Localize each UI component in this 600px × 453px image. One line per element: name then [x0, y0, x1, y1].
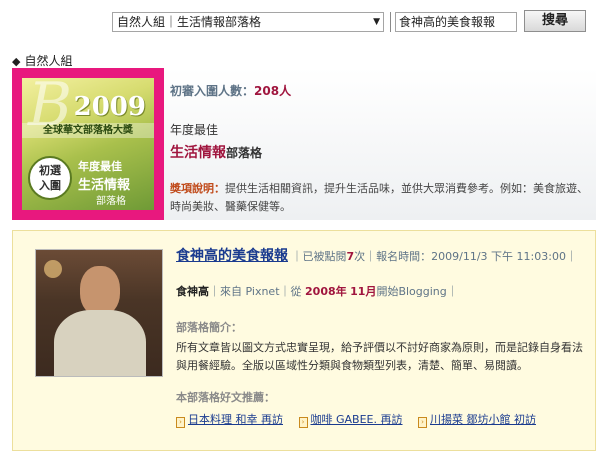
photo-lamp — [44, 260, 62, 278]
badge-year: 2009 — [73, 92, 146, 122]
year-best-label: 年度最佳 — [170, 123, 219, 137]
badge-sub: 部落格 — [96, 196, 126, 207]
recommend-list: › 日本料理 和幸 再訪 › 咖啡 GABEE. 再訪 › 川揚菜 鄒坊小館 初訪 — [176, 411, 588, 428]
document-icon: › — [418, 417, 427, 428]
recommend-link-label: 日本料理 和幸 再訪 — [188, 413, 283, 426]
category-select[interactable]: 自然人組｜生活情報部落格 ▼ — [112, 12, 384, 32]
clicks-label: ｜已被點閱 — [291, 250, 347, 263]
recommend-link-label: 咖啡 GABEE. 再訪 — [310, 413, 403, 426]
nominee-count: 初審入圍人數：208人 — [170, 82, 590, 99]
recommend-link-1[interactable]: › 日本料理 和幸 再訪 — [176, 411, 283, 428]
nominee-count-value: 208人 — [254, 84, 292, 98]
blog-title-line: 食神高的美食報報 ｜已被點閱7次｜報名時間：2009/11/3 下午 11:03… — [176, 245, 588, 265]
blog-title-link[interactable]: 食神高的美食報報 — [176, 248, 288, 264]
recommend-link-label: 川揚菜 鄒坊小館 初訪 — [430, 413, 536, 426]
author-name: 食神高 — [176, 285, 209, 298]
award-category-name: 生活情報 — [170, 145, 226, 161]
section-heading: ◆ 自然人組 — [12, 52, 72, 69]
award-description-text: 提供生活相關資訊，提升生活品味，並供大眾消費參考。例如：美食旅遊、時尚美妝、醫藥… — [170, 182, 588, 213]
recommend-link-2[interactable]: › 咖啡 GABEE. 再訪 — [298, 411, 403, 428]
author-photo — [35, 249, 163, 377]
divider — [390, 12, 391, 32]
search-bar: 自然人組｜生活情報部落格 ▼ 食神高的美食報報 搜尋 — [0, 0, 600, 42]
award-badge-frame: B 2009 全球華文部落格大獎 初選 入圍 年度最佳 生活情報 部落格 — [12, 68, 164, 220]
diamond-bullet-icon: ◆ — [12, 55, 21, 68]
dropdown-arrow-icon: ▼ — [373, 17, 380, 27]
intro-heading: 部落格簡介： — [176, 321, 242, 334]
author-source: ｜來自 Pixnet｜從 — [209, 285, 302, 298]
award-category-suffix: 部落格 — [226, 146, 263, 160]
clicks-unit: 次 — [354, 250, 366, 263]
blog-details: 食神高的美食報報 ｜已被點閱7次｜報名時間：2009/11/3 下午 11:03… — [176, 245, 588, 428]
blog-entry: 食神高的美食報報 ｜已被點閱7次｜報名時間：2009/11/3 下午 11:03… — [12, 230, 596, 451]
photo-body — [54, 310, 146, 376]
badge-year-best: 年度最佳 — [78, 160, 122, 173]
registration-end: ｜ — [565, 250, 577, 263]
document-icon: › — [176, 417, 185, 428]
document-icon: › — [298, 417, 308, 428]
award-badge-image: B 2009 全球華文部落格大獎 初選 入圍 年度最佳 生活情報 部落格 — [22, 78, 154, 210]
registration-time: 2009/11/3 下午 11:03:00 — [431, 250, 566, 263]
award-description: 獎項說明：提供生活相關資訊，提升生活品味，並供大眾消費參考。例如：美食旅遊、時尚… — [170, 180, 590, 216]
badge-seal-line-1: 初選 — [39, 164, 61, 177]
author-line: 食神高｜來自 Pixnet｜從 2008年 11月開始Blogging｜ — [176, 283, 588, 299]
recommend-link-3[interactable]: › 川揚菜 鄒坊小館 初訪 — [418, 411, 536, 428]
search-button[interactable]: 搜尋 — [524, 10, 586, 32]
badge-seal-line-2: 入圍 — [39, 179, 61, 192]
photo-head — [80, 266, 120, 316]
award-panel: B 2009 全球華文部落格大獎 初選 入圍 年度最佳 生活情報 部落格 初審入… — [12, 68, 596, 220]
search-input[interactable]: 食神高的美食報報 — [395, 12, 517, 32]
intro-text: 所有文章皆以圖文方式忠實呈現，給予評價以不討好商家為原則，而是記錄自身看法與用餐… — [176, 341, 583, 372]
start-month: 11月 — [350, 285, 377, 298]
badge-title: 全球華文部落格大獎 — [22, 123, 154, 138]
start-suffix: 開始Blogging｜ — [376, 285, 458, 298]
award-info: 初審入圍人數：208人 年度最佳 生活情報部落格 獎項說明：提供生活相關資訊，提… — [170, 82, 590, 216]
clicks-value: 7 — [346, 250, 355, 263]
award-description-label: 獎項說明： — [170, 182, 225, 195]
category-select-value: 自然人組｜生活情報部落格 — [117, 15, 262, 29]
nominee-count-label: 初審入圍人數： — [170, 84, 255, 98]
registration-label: ｜報名時間： — [365, 250, 432, 263]
section-label: 自然人組 — [24, 54, 73, 68]
award-category: 生活情報部落格 — [170, 142, 590, 162]
badge-category: 生活情報 — [78, 178, 131, 193]
recommend-heading: 本部落格好文推薦： — [176, 391, 275, 404]
badge-seal: 初選 入圍 — [28, 156, 72, 200]
start-year: 2008年 — [305, 285, 347, 298]
